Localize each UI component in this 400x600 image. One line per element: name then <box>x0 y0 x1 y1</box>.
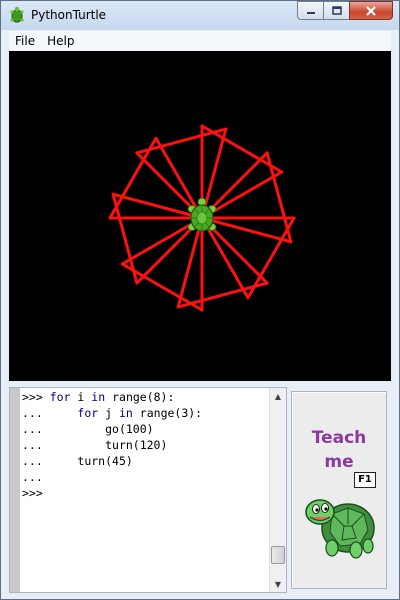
scroll-thumb[interactable] <box>271 546 285 564</box>
python-shell[interactable]: >>> for i in range(8):... for j in range… <box>9 387 287 593</box>
close-icon <box>366 5 376 16</box>
window-controls <box>297 1 393 21</box>
maximize-icon <box>331 6 342 15</box>
shell-prompt: >>> <box>22 486 50 500</box>
scroll-up-arrow-icon[interactable]: ▲ <box>270 388 286 404</box>
window-title: PythonTurtle <box>31 8 107 22</box>
shell-prompt: ... <box>22 438 50 452</box>
shell-line: ... for j in range(3): <box>22 405 268 421</box>
shell-prompt: ... <box>22 454 50 468</box>
app-window: PythonTurtle File Help >>> for i in rang… <box>0 0 400 600</box>
minimize-button[interactable] <box>297 1 323 20</box>
shell-code: turn(45) <box>77 454 133 468</box>
shell-line: ... turn(45) <box>22 453 268 469</box>
teach-me-button[interactable]: Teach me F1 <box>291 391 387 589</box>
shell-prompt: ... <box>22 470 50 484</box>
menu-file[interactable]: File <box>9 34 41 48</box>
shell-line: >>> for i in range(8): <box>22 389 268 405</box>
menu-bar: File Help <box>9 31 391 51</box>
shell-code: go(100) <box>105 422 154 436</box>
turtle-app-icon <box>10 6 24 23</box>
teach-me-label: Teach me <box>292 426 386 474</box>
menu-help[interactable]: Help <box>41 34 80 48</box>
shell-line: >>> <box>22 485 268 501</box>
shell-margin <box>10 388 20 592</box>
cartoon-turtle-icon <box>305 499 375 559</box>
shell-prompt: ... <box>22 422 50 436</box>
shell-line: ... <box>22 469 268 485</box>
shell-prompt: ... <box>22 406 50 420</box>
scroll-down-arrow-icon[interactable]: ▼ <box>270 576 286 592</box>
turtle-drawing <box>108 124 296 312</box>
shell-code: turn(120) <box>105 438 168 452</box>
shell-code: for i in range(8): <box>49 390 175 404</box>
shell-code: for j in range(3): <box>77 406 203 420</box>
shell-line: ... go(100) <box>22 421 268 437</box>
maximize-button[interactable] <box>323 1 349 20</box>
close-button[interactable] <box>349 1 393 20</box>
shell-line: ... turn(120) <box>22 437 268 453</box>
teach-label-line2: me <box>324 452 354 472</box>
shell-prompt: >>> <box>22 390 50 404</box>
shell-scrollbar[interactable]: ▲ ▼ <box>269 388 286 592</box>
minimize-icon <box>306 11 315 14</box>
pen-line-22 <box>135 127 228 155</box>
shell-output[interactable]: >>> for i in range(8):... for j in range… <box>22 389 268 589</box>
title-bar[interactable]: PythonTurtle <box>1 1 399 30</box>
turtle-canvas[interactable] <box>9 51 391 381</box>
teach-label-line1: Teach <box>311 428 367 448</box>
